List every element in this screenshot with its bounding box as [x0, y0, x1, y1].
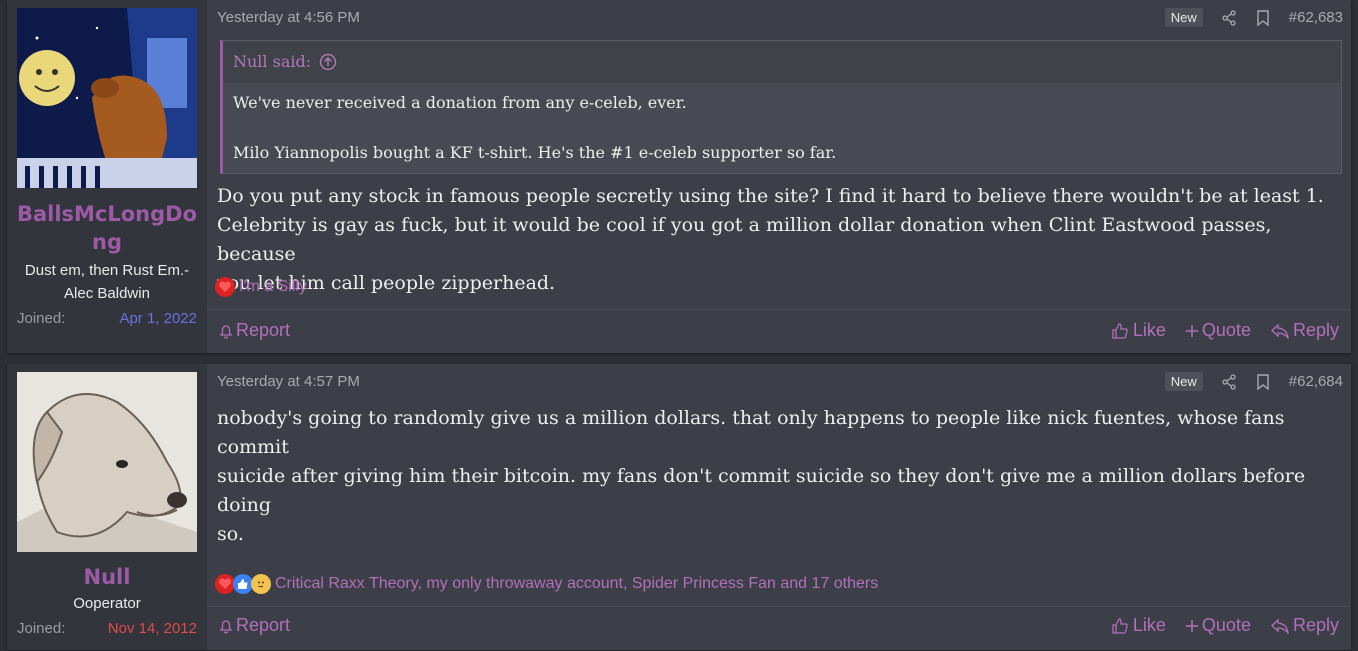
post: Null Ooperator Joined: Nov 14, 2012 Yest… — [7, 364, 1351, 650]
reply-icon — [1271, 323, 1289, 339]
post: BallsMcLongDo ng Dust em, then Rust Em.-… — [7, 0, 1351, 353]
joined-date: Apr 1, 2022 — [119, 310, 197, 327]
reactions-bar[interactable]: Critical Raxx Theory, my only throwaway … — [215, 574, 878, 594]
avatar[interactable] — [17, 372, 197, 552]
post-header-tools: New #62,684 — [1164, 372, 1343, 391]
post-timestamp[interactable]: Yesterday at 4:56 PM — [217, 9, 360, 26]
body-line: you let him call people zipperhead. — [217, 272, 556, 294]
quote-button[interactable]: Quote — [1185, 320, 1251, 341]
heart-reaction-icon — [215, 574, 235, 594]
quote-block: Null said: We've never received a donati… — [220, 40, 1342, 174]
joined-date: Nov 14, 2012 — [107, 620, 197, 637]
joined-label: Joined: — [17, 620, 66, 637]
user-sidebar: BallsMcLongDo ng Dust em, then Rust Em.-… — [7, 0, 207, 353]
body-line: Do you put any stock in famous people se… — [217, 185, 1324, 207]
post-footer: Report Like Quote Reply — [207, 606, 1351, 651]
post-number[interactable]: #62,684 — [1289, 373, 1343, 390]
username[interactable]: Null — [7, 563, 207, 591]
user-title-line2: Alec Baldwin — [64, 285, 150, 302]
report-label[interactable]: Report — [236, 615, 290, 636]
like-label[interactable]: Like — [1133, 320, 1166, 341]
new-badge: New — [1164, 372, 1203, 391]
user-title: Ooperator — [73, 595, 141, 612]
reply-icon — [1271, 618, 1289, 634]
quote-header[interactable]: Null said: — [223, 41, 1341, 83]
bookmark-icon[interactable] — [1255, 9, 1271, 26]
arrow-up-circle-icon[interactable] — [319, 53, 337, 71]
report-button[interactable]: Report — [219, 615, 290, 636]
body-line: nobody's going to randomly give us a mil… — [217, 407, 1285, 458]
thumbs-up-reaction-icon — [233, 574, 253, 594]
report-label[interactable]: Report — [236, 320, 290, 341]
post-body: Do you put any stock in famous people se… — [217, 182, 1331, 298]
thumbs-up-icon — [1111, 322, 1129, 340]
user-title: Dust em, then Rust Em.- Alec Baldwin — [7, 259, 207, 305]
post-main: Yesterday at 4:56 PM New #62,683 Null sa… — [207, 0, 1351, 353]
username-line2[interactable]: ng — [7, 228, 207, 256]
body-line: so. — [217, 523, 244, 545]
share-icon[interactable] — [1221, 373, 1237, 390]
quote-label[interactable]: Quote — [1202, 320, 1251, 341]
bell-icon — [219, 323, 233, 339]
user-title-line1: Dust em, then Rust Em.- — [24, 262, 190, 279]
new-badge: New — [1164, 8, 1203, 27]
thumbs-up-icon — [1111, 617, 1129, 635]
report-button[interactable]: Report — [219, 320, 290, 341]
heart-reaction-icon — [215, 277, 235, 297]
post-timestamp[interactable]: Yesterday at 4:57 PM — [217, 373, 360, 390]
share-icon[interactable] — [1221, 9, 1237, 26]
user-sidebar: Null Ooperator Joined: Nov 14, 2012 — [7, 364, 207, 650]
reactions-bar[interactable]: I'm a Silly — [215, 277, 307, 297]
reply-label[interactable]: Reply — [1293, 320, 1339, 341]
body-line: Celebrity is gay as fuck, but it would b… — [217, 214, 1272, 265]
joined-label: Joined: — [17, 310, 66, 327]
joined-info: Joined: Apr 1, 2022 — [17, 310, 197, 327]
quote-label[interactable]: Quote — [1202, 615, 1251, 636]
bookmark-icon[interactable] — [1255, 373, 1271, 390]
plus-icon — [1185, 619, 1198, 632]
post-actions: Like Quote Reply — [1111, 615, 1339, 636]
reply-button[interactable]: Reply — [1271, 615, 1339, 636]
quote-author[interactable]: Null said: — [233, 41, 311, 83]
quote-line: We've never received a donation from any… — [233, 93, 687, 112]
like-button[interactable]: Like — [1111, 615, 1166, 636]
quote-line: Milo Yiannopolis bought a KF t-shirt. He… — [233, 143, 837, 162]
username[interactable]: BallsMcLongDo ng — [7, 200, 207, 256]
joined-info: Joined: Nov 14, 2012 — [17, 620, 197, 637]
post-main: Yesterday at 4:57 PM New #62,684 nobody'… — [207, 364, 1351, 650]
username-line1[interactable]: BallsMcLongDo — [7, 200, 207, 228]
body-line: suicide after giving him their bitcoin. … — [217, 465, 1306, 516]
like-label[interactable]: Like — [1133, 615, 1166, 636]
like-button[interactable]: Like — [1111, 320, 1166, 341]
reply-button[interactable]: Reply — [1271, 320, 1339, 341]
reactions-text[interactable]: Critical Raxx Theory, my only throwaway … — [275, 575, 878, 593]
plus-icon — [1185, 324, 1198, 337]
bell-icon — [219, 618, 233, 634]
post-number[interactable]: #62,683 — [1289, 9, 1343, 26]
quote-button[interactable]: Quote — [1185, 615, 1251, 636]
reactions-text[interactable]: I'm a Silly — [239, 278, 307, 296]
post-header-tools: New #62,683 — [1164, 8, 1343, 27]
reply-label[interactable]: Reply — [1293, 615, 1339, 636]
post-body: nobody's going to randomly give us a mil… — [217, 404, 1331, 549]
avatar[interactable] — [17, 8, 197, 188]
post-footer: Report Like Quote Reply — [207, 309, 1351, 354]
thinking-reaction-icon — [251, 574, 271, 594]
post-actions: Like Quote Reply — [1111, 320, 1339, 341]
